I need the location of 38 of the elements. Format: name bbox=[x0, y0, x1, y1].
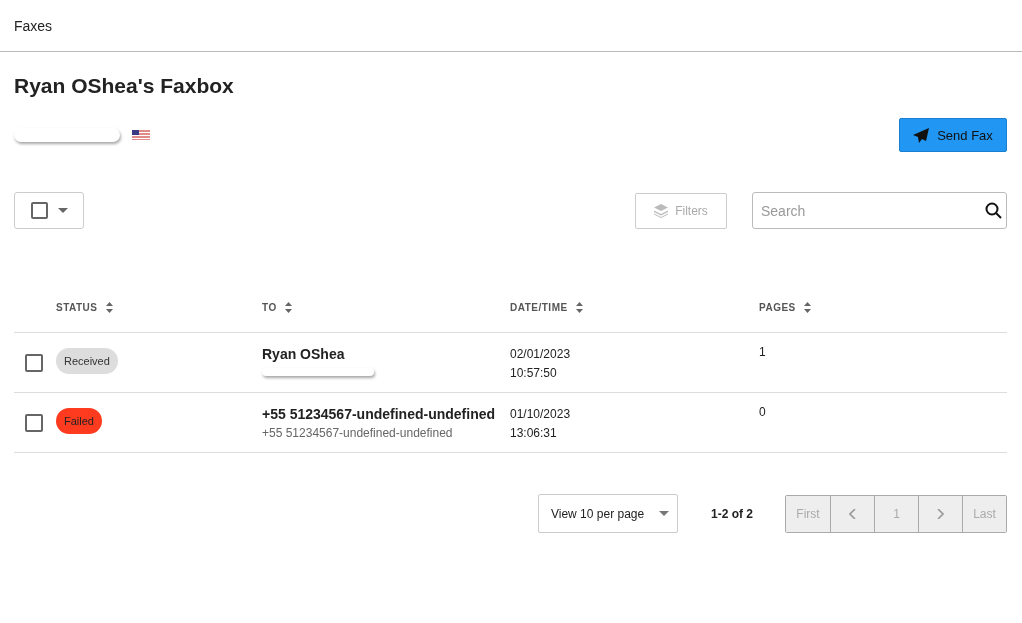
row-checkbox[interactable] bbox=[25, 414, 43, 432]
paper-plane-icon bbox=[913, 127, 930, 143]
page-range: 1-2 of 2 bbox=[711, 506, 753, 521]
recipient-name: +55 51234567-undefined-undefined bbox=[262, 406, 497, 422]
chevron-icon bbox=[937, 508, 944, 519]
status-badge: Received bbox=[56, 348, 118, 374]
per-page-dropdown[interactable]: View 10 per page bbox=[538, 494, 678, 533]
page-count: 0 bbox=[759, 405, 767, 419]
header-title: Faxes bbox=[14, 17, 53, 34]
recipient-name: Ryan OShea bbox=[262, 346, 346, 362]
date-time: 02/01/2023 10:57:50 bbox=[510, 346, 572, 382]
send-fax-button[interactable]: Send Fax bbox=[899, 118, 1007, 152]
layers-icon bbox=[654, 203, 669, 218]
page-title: Ryan OShea's Faxbox bbox=[14, 73, 235, 99]
checkbox[interactable] bbox=[30, 202, 48, 219]
page-button[interactable]: 1 bbox=[874, 495, 918, 532]
date-time: 01/10/2023 13:06:31 bbox=[510, 406, 572, 442]
column-header: TO bbox=[262, 301, 277, 313]
page-button[interactable]: First bbox=[786, 495, 830, 532]
select-all-dropdown[interactable] bbox=[14, 192, 84, 229]
flag-icon bbox=[132, 130, 150, 140]
sort-icon[interactable] bbox=[803, 301, 811, 313]
column-header: PAGES bbox=[759, 301, 796, 313]
caret-icon bbox=[659, 511, 669, 516]
column-header: STATUS bbox=[56, 301, 98, 313]
caret-icon bbox=[57, 208, 68, 213]
search-field[interactable]: Search bbox=[752, 192, 1007, 229]
chevron-icon bbox=[849, 508, 856, 519]
row-checkbox[interactable] bbox=[25, 354, 43, 372]
column-header: DATE/TIME bbox=[510, 301, 568, 313]
sort-icon[interactable] bbox=[575, 301, 583, 313]
search-icon[interactable] bbox=[985, 202, 1002, 219]
recipient-number: +55 51234567-undefined-undefined bbox=[262, 426, 454, 440]
status-badge: Failed bbox=[56, 408, 102, 434]
sort-icon[interactable] bbox=[284, 301, 292, 313]
page-count: 1 bbox=[759, 345, 767, 359]
sort-icon[interactable] bbox=[105, 301, 113, 313]
page-button[interactable]: Last bbox=[962, 495, 1006, 532]
